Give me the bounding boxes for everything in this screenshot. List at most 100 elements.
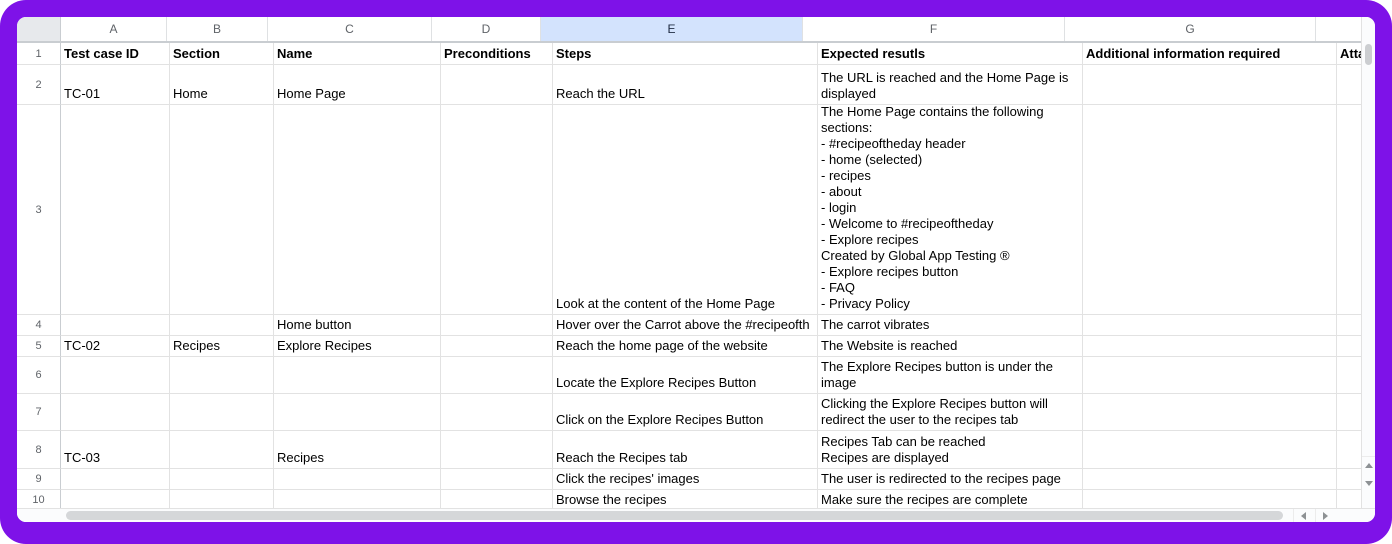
cell-B5[interactable]: Recipes — [170, 336, 274, 357]
arrow-up-icon — [1365, 463, 1373, 468]
cell-B2[interactable]: Home — [170, 65, 274, 105]
select-all-corner[interactable] — [17, 17, 61, 41]
cell-F7[interactable]: Clicking the Explore Recipes button will… — [818, 394, 1083, 431]
cell-G9[interactable] — [1083, 469, 1337, 490]
horizontal-scrollbar[interactable] — [17, 508, 1375, 522]
cell-B4[interactable] — [170, 315, 274, 336]
scroll-left-button[interactable] — [1293, 509, 1313, 522]
cell-B8[interactable] — [170, 431, 274, 469]
cell-A9[interactable] — [61, 469, 170, 490]
cell-G3[interactable] — [1083, 105, 1337, 315]
cell-B9[interactable] — [170, 469, 274, 490]
arrow-down-icon — [1365, 481, 1373, 486]
cell-F8[interactable]: Recipes Tab can be reached Recipes are d… — [818, 431, 1083, 469]
column-header-c[interactable]: C — [268, 17, 432, 41]
table-row: 1 Test case ID Section Name Precondition… — [17, 43, 1375, 65]
column-header-f[interactable]: F — [803, 17, 1065, 41]
horizontal-scrollbar-thumb[interactable] — [66, 511, 1283, 520]
column-header-a[interactable]: A — [61, 17, 167, 41]
purple-window-frame: A B C D E F G 1 Test case ID Section Nam… — [0, 0, 1392, 544]
cell-A8[interactable]: TC-03 — [61, 431, 170, 469]
cell-A6[interactable] — [61, 357, 170, 394]
cell-E1[interactable]: Steps — [553, 43, 818, 65]
column-header-e-selected[interactable]: E — [541, 17, 803, 41]
row-header-4[interactable]: 4 — [17, 315, 61, 336]
cell-C9[interactable] — [274, 469, 441, 490]
row-header-1[interactable]: 1 — [17, 43, 61, 65]
arrow-left-icon — [1301, 512, 1306, 520]
cell-E7[interactable]: Click on the Explore Recipes Button — [553, 394, 818, 431]
cell-F2[interactable]: The URL is reached and the Home Page is … — [818, 65, 1083, 105]
row-header-6[interactable]: 6 — [17, 357, 61, 394]
cell-C8[interactable]: Recipes — [274, 431, 441, 469]
cell-C1[interactable]: Name — [274, 43, 441, 65]
cell-G1[interactable]: Additional information required — [1083, 43, 1337, 65]
cell-D1[interactable]: Preconditions — [441, 43, 553, 65]
cell-G5[interactable] — [1083, 336, 1337, 357]
vertical-scrollbar[interactable] — [1361, 17, 1375, 509]
cell-D9[interactable] — [441, 469, 553, 490]
table-row: 2 TC-01 Home Home Page Reach the URL The… — [17, 65, 1375, 105]
cell-D6[interactable] — [441, 357, 553, 394]
cell-D4[interactable] — [441, 315, 553, 336]
cell-A7[interactable] — [61, 394, 170, 431]
cell-F4[interactable]: The carrot vibrates — [818, 315, 1083, 336]
cell-G2[interactable] — [1083, 65, 1337, 105]
row-header-7[interactable]: 7 — [17, 394, 61, 431]
cell-D7[interactable] — [441, 394, 553, 431]
cell-B6[interactable] — [170, 357, 274, 394]
row-header-8[interactable]: 8 — [17, 431, 61, 469]
cell-C5[interactable]: Explore Recipes — [274, 336, 441, 357]
table-row: 6 Locate the Explore Recipes Button The … — [17, 357, 1375, 394]
cell-F1[interactable]: Expected resutls — [818, 43, 1083, 65]
scroll-up-button[interactable] — [1362, 456, 1375, 473]
cell-D3[interactable] — [441, 105, 553, 315]
vertical-scrollbar-thumb[interactable] — [1365, 44, 1372, 65]
cell-E6[interactable]: Locate the Explore Recipes Button — [553, 357, 818, 394]
cell-G7[interactable] — [1083, 394, 1337, 431]
cell-G4[interactable] — [1083, 315, 1337, 336]
cell-C2[interactable]: Home Page — [274, 65, 441, 105]
table-row: 3 Look at the content of the Home Page T… — [17, 105, 1375, 315]
row-header-3[interactable]: 3 — [17, 105, 61, 315]
cell-A5[interactable]: TC-02 — [61, 336, 170, 357]
scroll-right-button[interactable] — [1315, 509, 1335, 522]
cell-C4[interactable]: Home button — [274, 315, 441, 336]
cell-B1[interactable]: Section — [170, 43, 274, 65]
cell-G6[interactable] — [1083, 357, 1337, 394]
cell-F5[interactable]: The Website is reached — [818, 336, 1083, 357]
cell-D5[interactable] — [441, 336, 553, 357]
cell-A1[interactable]: Test case ID — [61, 43, 170, 65]
table-row: 5 TC-02 Recipes Explore Recipes Reach th… — [17, 336, 1375, 357]
cell-A4[interactable] — [61, 315, 170, 336]
cell-F3[interactable]: The Home Page contains the following sec… — [818, 105, 1083, 315]
column-header-b[interactable]: B — [167, 17, 268, 41]
cell-B3[interactable] — [170, 105, 274, 315]
cell-D8[interactable] — [441, 431, 553, 469]
cell-B7[interactable] — [170, 394, 274, 431]
cell-E3[interactable]: Look at the content of the Home Page — [553, 105, 818, 315]
cell-E4[interactable]: Hover over the Carrot above the #recipeo… — [553, 315, 818, 336]
table-row: 9 Click the recipes' images The user is … — [17, 469, 1375, 490]
column-header-d[interactable]: D — [432, 17, 541, 41]
arrow-right-icon — [1323, 512, 1328, 520]
cell-E8[interactable]: Reach the Recipes tab — [553, 431, 818, 469]
cell-C3[interactable] — [274, 105, 441, 315]
cell-E9[interactable]: Click the recipes' images — [553, 469, 818, 490]
row-header-2[interactable]: 2 — [17, 65, 61, 105]
column-header-g[interactable]: G — [1065, 17, 1316, 41]
cell-C7[interactable] — [274, 394, 441, 431]
cell-F6[interactable]: The Explore Recipes button is under the … — [818, 357, 1083, 394]
cell-D2[interactable] — [441, 65, 553, 105]
scroll-down-button[interactable] — [1362, 475, 1375, 491]
cell-A3[interactable] — [61, 105, 170, 315]
cell-A2[interactable]: TC-01 — [61, 65, 170, 105]
cell-F9[interactable]: The user is redirected to the recipes pa… — [818, 469, 1083, 490]
row-header-5[interactable]: 5 — [17, 336, 61, 357]
cell-E5[interactable]: Reach the home page of the website — [553, 336, 818, 357]
spreadsheet: A B C D E F G 1 Test case ID Section Nam… — [17, 17, 1375, 522]
cell-G8[interactable] — [1083, 431, 1337, 469]
cell-C6[interactable] — [274, 357, 441, 394]
cell-E2[interactable]: Reach the URL — [553, 65, 818, 105]
row-header-9[interactable]: 9 — [17, 469, 61, 490]
